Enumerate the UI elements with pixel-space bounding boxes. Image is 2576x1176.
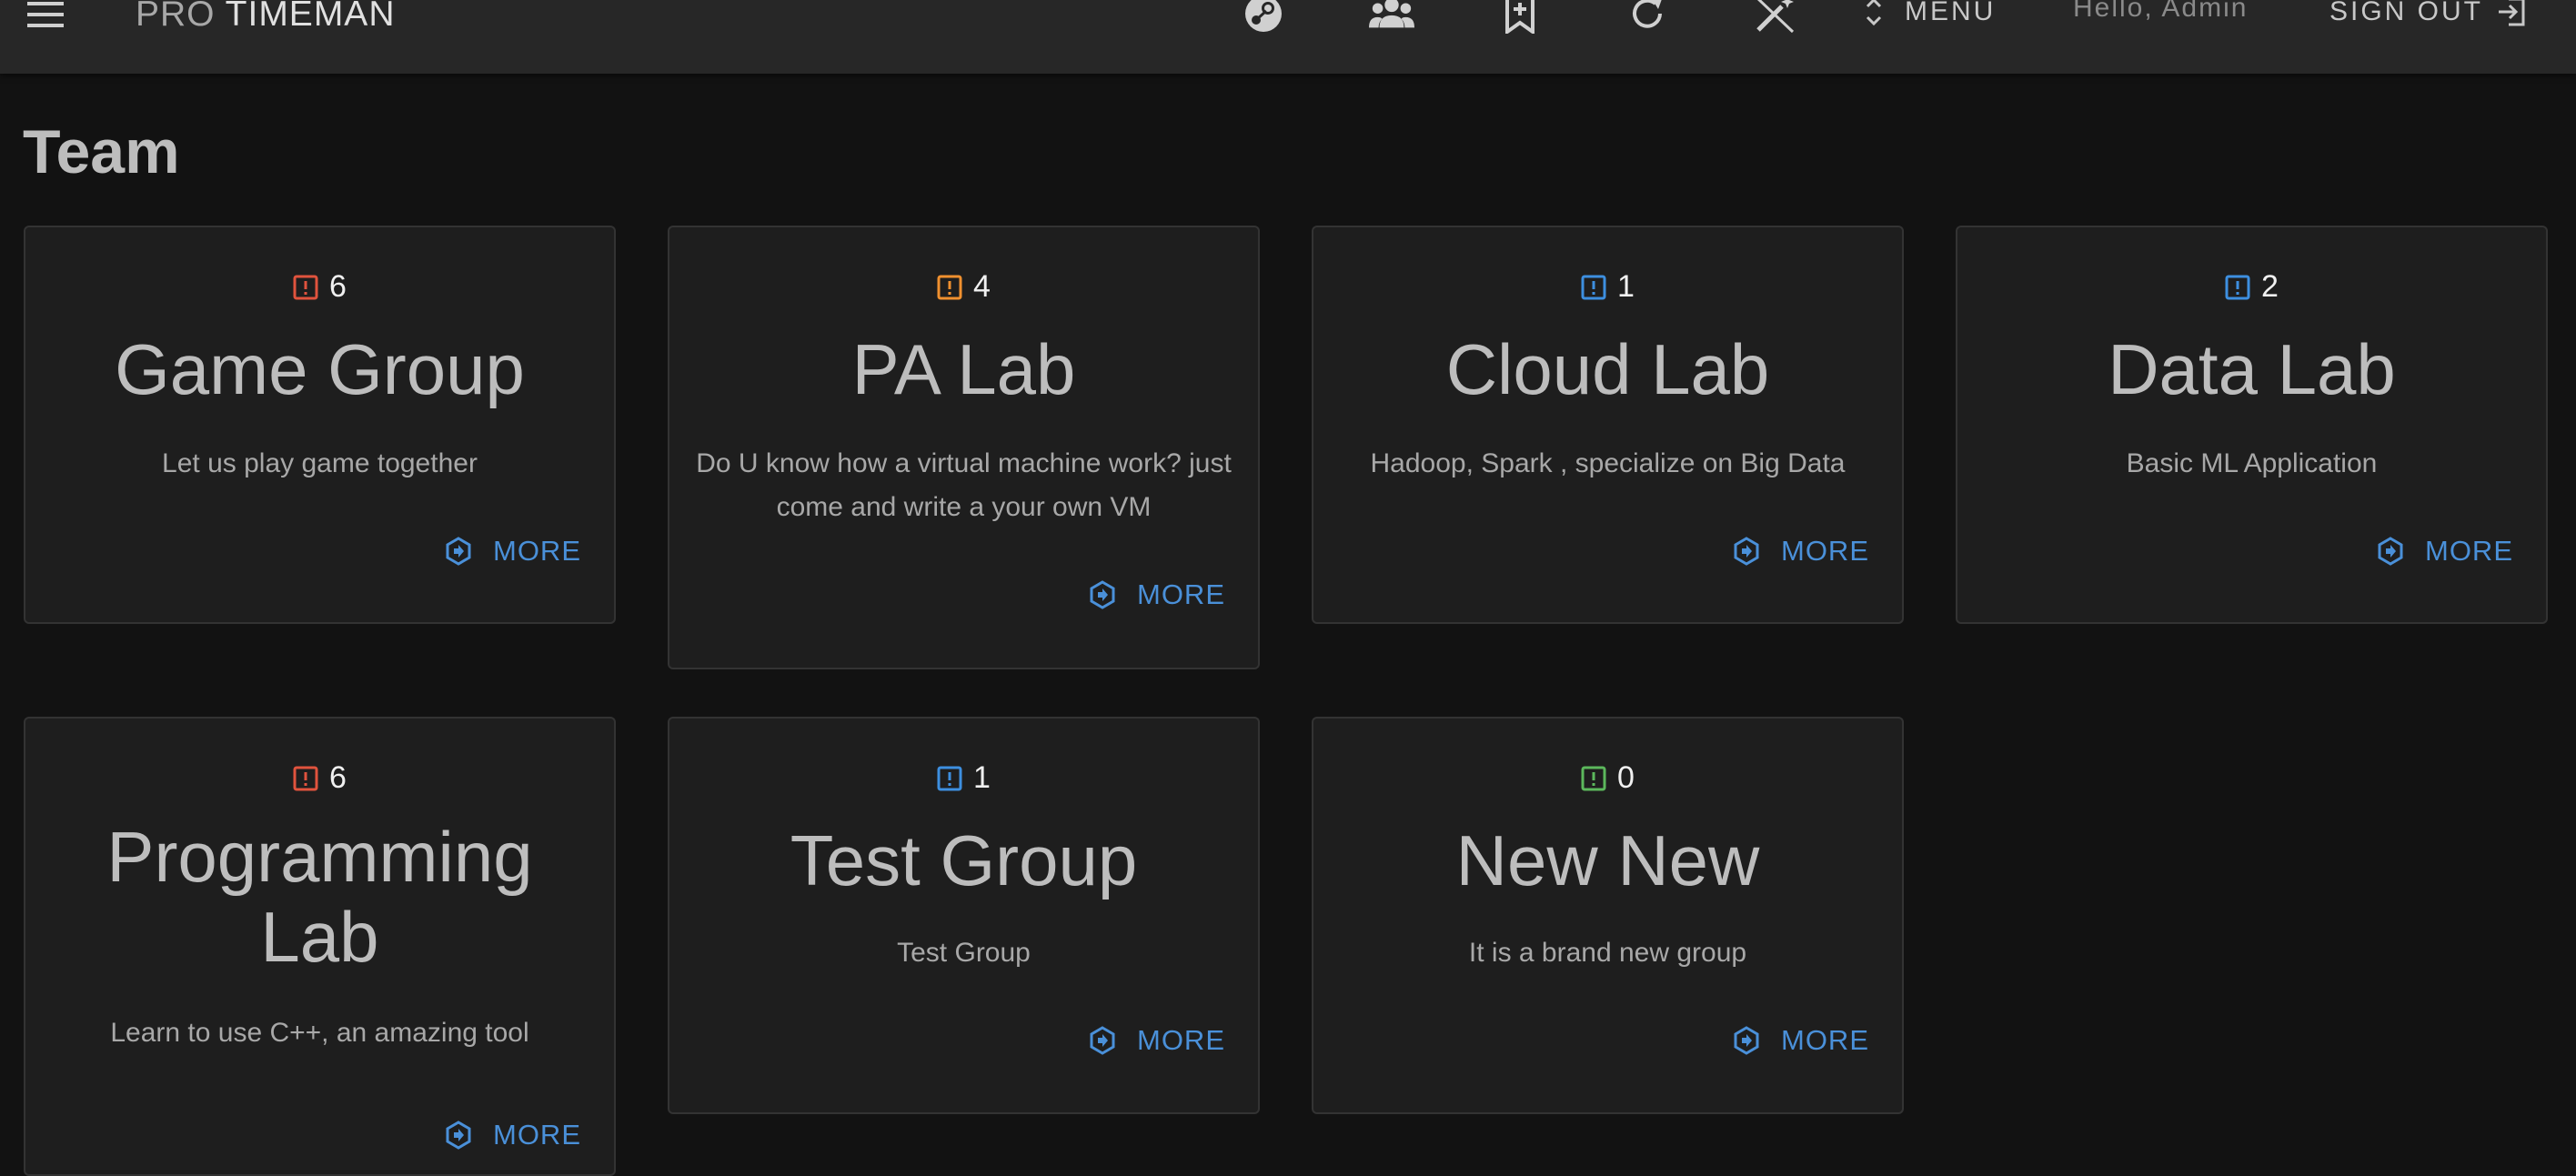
alert-count-value: 6	[329, 269, 347, 304]
more-button[interactable]: MORE	[1088, 578, 1225, 611]
alert-count-value: 1	[1617, 269, 1635, 304]
more-button[interactable]: MORE	[1088, 1024, 1225, 1057]
more-label: MORE	[493, 1119, 581, 1151]
alert-count-value: 4	[973, 269, 991, 304]
unfold-icon	[1866, 0, 1882, 26]
alert-count: 6	[25, 760, 614, 796]
alert-box-icon	[937, 766, 962, 790]
team-name: New New	[1455, 820, 1760, 900]
alert-count: 6	[25, 269, 614, 305]
alert-count: 0	[1313, 760, 1902, 796]
hexagon-arrow-icon	[1734, 537, 1759, 566]
menu-button[interactable]: MENU	[1865, 0, 1996, 33]
group-icon[interactable]	[1369, 0, 1414, 35]
team-description: It is a brand new group	[1468, 938, 1747, 968]
refresh-icon[interactable]	[1625, 0, 1670, 35]
brand-name: TIMEMAN	[225, 0, 396, 34]
alert-box-icon	[293, 766, 318, 790]
team-description: Hadoop, Spark , specialize on Big Data	[1370, 448, 1846, 478]
alert-count: 4	[669, 269, 1258, 305]
team-description: Do U know how a virtual machine work? ju…	[696, 448, 1232, 522]
app-brand[interactable]: PRO TIMEMAN	[136, 0, 395, 35]
hexagon-arrow-icon	[1090, 1026, 1115, 1055]
team-description: Learn to use C++, an amazing tool	[110, 1018, 529, 1048]
more-button[interactable]: MORE	[444, 535, 581, 568]
team-card: 1 Test Group Test Group MORE	[668, 717, 1260, 1114]
magic-wand-off-icon[interactable]	[1752, 0, 1797, 35]
hexagon-arrow-icon	[1090, 580, 1115, 609]
alert-box-icon	[1581, 275, 1606, 299]
alert-count-value: 6	[329, 760, 347, 795]
hexagon-arrow-icon	[2378, 537, 2403, 566]
more-label: MORE	[2425, 535, 2513, 567]
team-card: 2 Data Lab Basic ML Application MORE	[1956, 226, 2548, 624]
team-description: Let us play game together	[162, 448, 478, 478]
more-label: MORE	[1137, 1024, 1225, 1056]
more-button[interactable]: MORE	[444, 1119, 581, 1151]
hexagon-arrow-icon	[446, 537, 471, 566]
more-label: MORE	[1781, 535, 1869, 567]
team-name: PA Lab	[851, 329, 1076, 409]
hexagon-arrow-icon	[446, 1121, 471, 1150]
team-card: 1 Cloud Lab Hadoop, Spark , specialize o…	[1312, 226, 1904, 624]
team-name: Data Lab	[2108, 329, 2396, 409]
team-card: 6 Programming Lab Learn to use C++, an a…	[24, 717, 616, 1176]
alert-count: 2	[1957, 269, 2546, 305]
alert-box-icon	[293, 275, 318, 299]
menu-label: MENU	[1905, 0, 1997, 26]
alert-count: 1	[669, 760, 1258, 796]
logout-icon	[2499, 0, 2525, 26]
team-card: 6 Game Group Let us play game together M…	[24, 226, 616, 624]
more-button[interactable]: MORE	[1732, 535, 1869, 568]
team-card: 4 PA Lab Do U know how a virtual machine…	[668, 226, 1260, 669]
alert-count-value: 1	[973, 760, 991, 795]
sign-out-button[interactable]: SIGN OUT	[2329, 0, 2527, 33]
user-greeting: Hello, Admin	[2073, 0, 2249, 23]
alert-box-icon	[1581, 766, 1606, 790]
more-label: MORE	[1137, 578, 1225, 610]
alert-box-icon	[2225, 275, 2250, 299]
more-button[interactable]: MORE	[2376, 535, 2513, 568]
team-name: Game Group	[115, 329, 525, 409]
brand-prefix: PRO	[136, 0, 216, 34]
sign-out-label: SIGN OUT	[2329, 0, 2484, 26]
hexagon-arrow-icon	[1734, 1026, 1759, 1055]
alert-count-value: 2	[2261, 269, 2279, 304]
steam-icon[interactable]	[1241, 0, 1286, 35]
hamburger-menu-icon[interactable]	[27, 0, 67, 31]
alert-count: 1	[1313, 269, 1902, 305]
alert-box-icon	[937, 275, 962, 299]
more-label: MORE	[493, 535, 581, 567]
team-card: 0 New New It is a brand new group MORE	[1312, 717, 1904, 1114]
team-name: Test Group	[790, 820, 1138, 900]
more-button[interactable]: MORE	[1732, 1024, 1869, 1057]
page-title: Team	[23, 117, 180, 186]
bookmark-add-icon[interactable]	[1497, 0, 1543, 35]
team-description: Basic ML Application	[2126, 448, 2378, 478]
team-name: Programming Lab	[106, 817, 533, 977]
app-bar: PRO TIMEMAN MENU Hello, Admin SIGN OUT	[0, 0, 2576, 74]
team-name: Cloud Lab	[1445, 329, 1770, 409]
team-description: Test Group	[897, 938, 1031, 968]
alert-count-value: 0	[1617, 760, 1635, 795]
more-label: MORE	[1781, 1024, 1869, 1056]
